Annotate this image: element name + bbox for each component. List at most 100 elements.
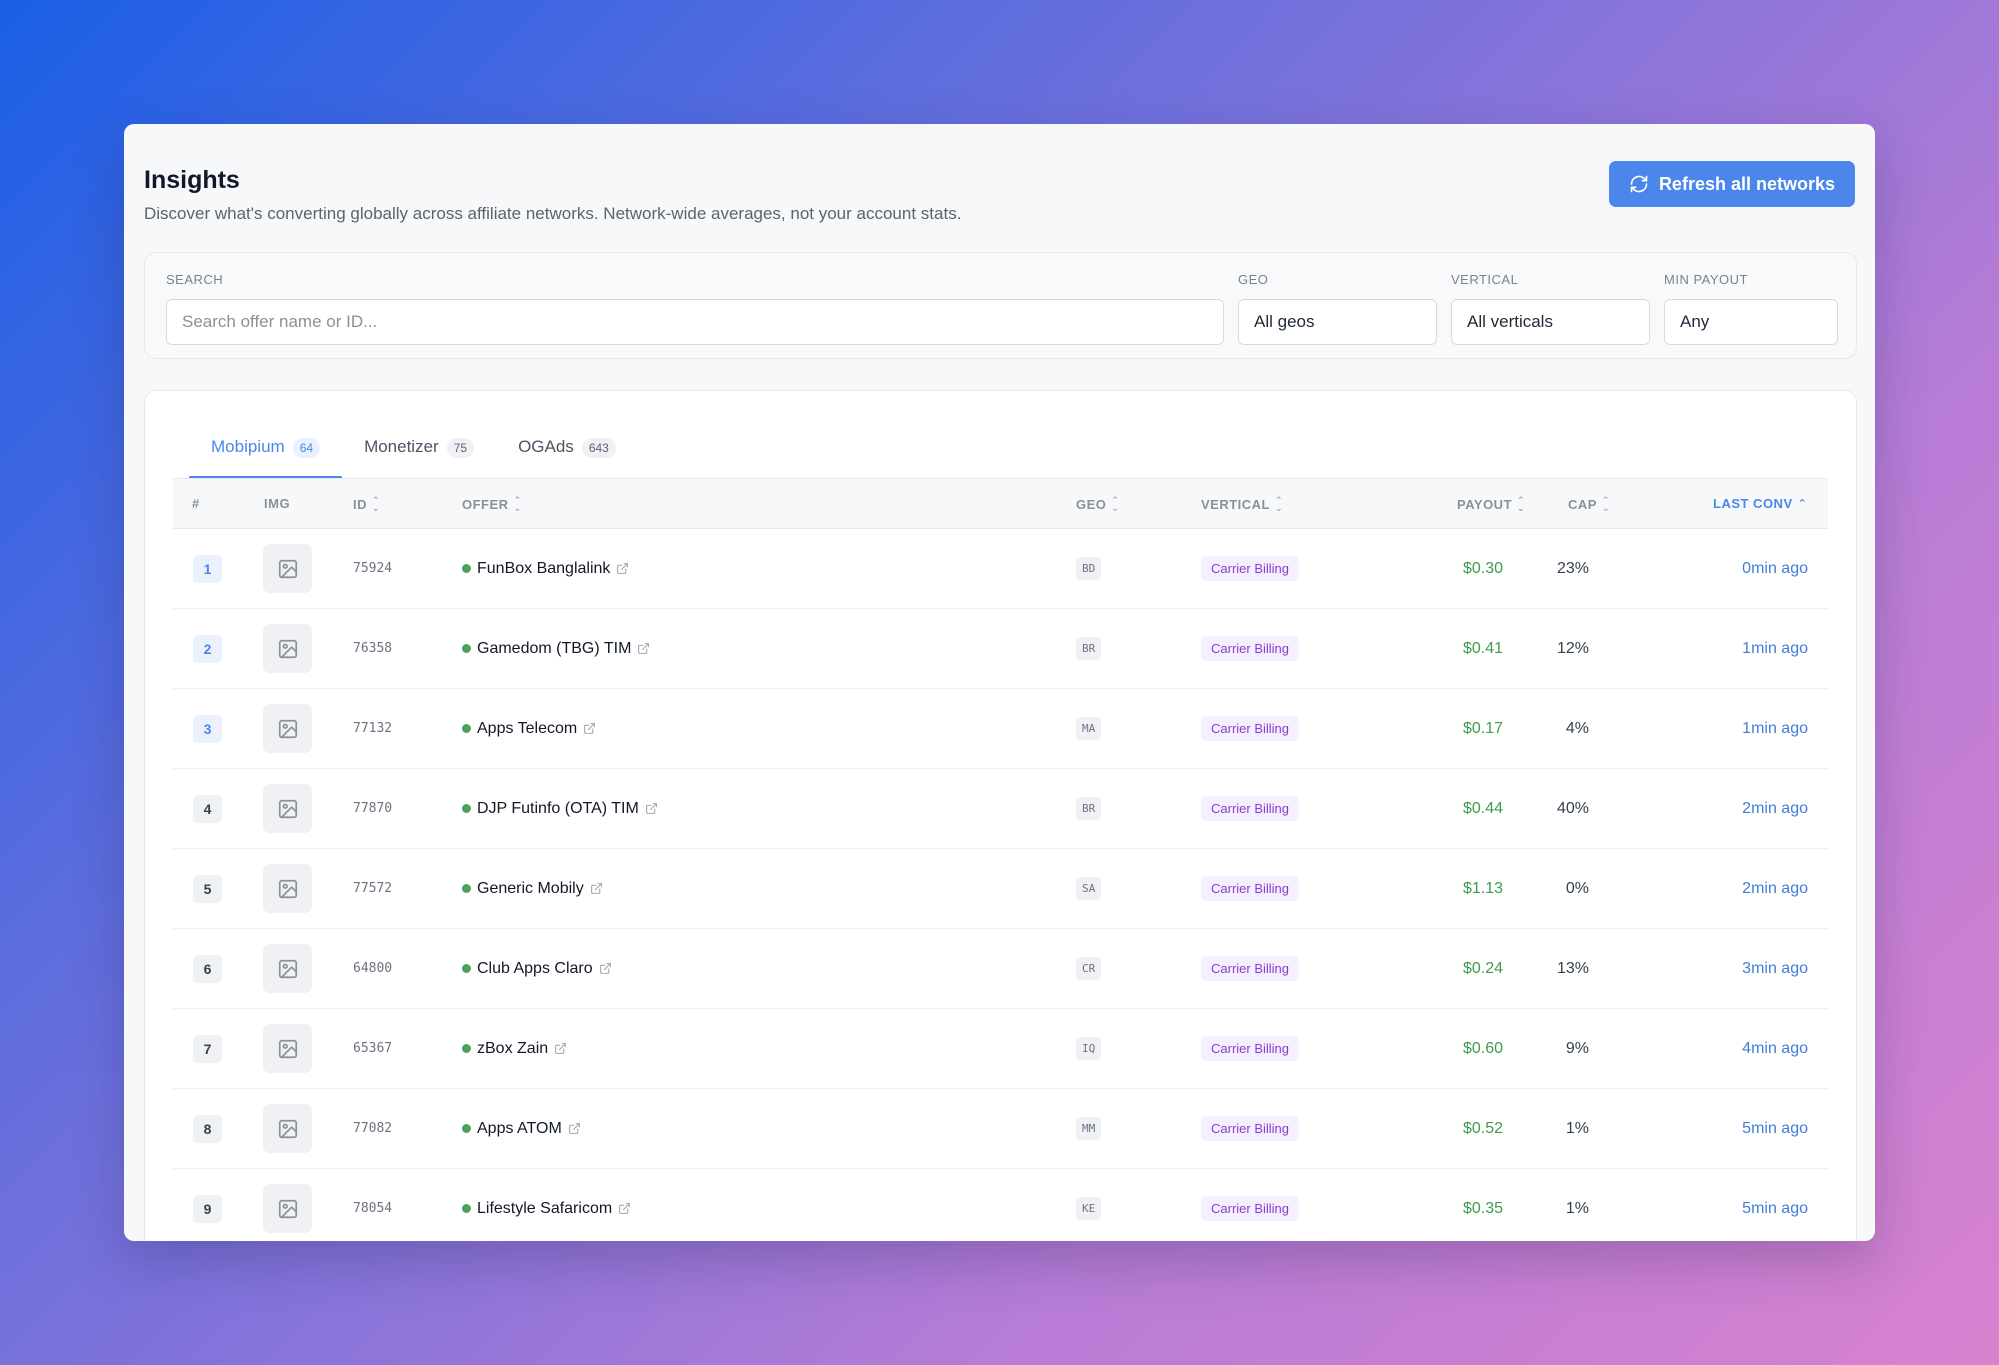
offer-id: 64800 (353, 961, 393, 976)
cap-value: 9% (1565, 1039, 1589, 1057)
img-cell (263, 769, 312, 848)
offer-id: 78054 (353, 1201, 393, 1216)
img-cell (263, 1089, 312, 1168)
external-link-icon[interactable] (645, 802, 658, 815)
search-filter: SEARCH Search offer name or ID... (166, 272, 1224, 345)
offer-cell: Generic Mobily (462, 849, 603, 928)
offer-name: DJP Futinfo (OTA) TIM (477, 799, 639, 817)
image-icon (278, 959, 297, 978)
payout-value: $0.35 (1462, 1199, 1503, 1217)
tab-label: Monetizer (364, 437, 439, 456)
offer-id: 77870 (353, 801, 393, 816)
offer-link[interactable]: Generic Mobily (462, 880, 603, 898)
rank-cell: 4 (193, 769, 222, 848)
img-cell (263, 1169, 312, 1241)
rank-badge: 6 (193, 954, 222, 983)
table-row[interactable]: 1 75924 FunBox Banglalink BD Carrier Bil… (173, 529, 1828, 609)
last-conv-value: 1min ago (1742, 719, 1808, 737)
column-payout[interactable]: PAYOUT ⌃ ⌄ (1457, 496, 1525, 513)
table-row[interactable]: 8 77082 Apps ATOM MM Carrier Billing $0.… (173, 1089, 1828, 1169)
offer-id: 77082 (353, 1121, 393, 1136)
vertical-badge: Carrier Billing (1201, 716, 1300, 741)
cap-value: 0% (1565, 879, 1589, 897)
table-row[interactable]: 7 65367 zBox Zain IQ Carrier Billing $0.… (173, 1009, 1828, 1089)
cap-value: 40% (1556, 799, 1589, 817)
vertical-badge: Carrier Billing (1201, 956, 1300, 981)
external-link-icon[interactable] (590, 882, 603, 895)
tab-mobipium[interactable]: Mobipium 64 (189, 429, 343, 479)
column-img: IMG (264, 496, 290, 511)
geo-cell: CR (1076, 929, 1102, 1008)
image-icon (278, 639, 297, 658)
vertical-cell: Carrier Billing (1201, 689, 1300, 768)
table-header: # IMG ID ⌃ ⌄ OFFER ⌃ ⌄ GEO ⌃ ⌄ VERTICAL ⌃ ⌄ PAYO… (173, 478, 1828, 529)
column-geo[interactable]: GEO ⌃ ⌄ (1076, 496, 1119, 513)
page-header: Insights Discover what's converting glob… (144, 144, 1855, 234)
external-link-icon[interactable] (599, 962, 612, 975)
external-link-icon[interactable] (568, 1122, 581, 1135)
table-row[interactable]: 6 64800 Club Apps Claro CR Carrier Billi… (173, 929, 1828, 1009)
offer-image-placeholder (263, 544, 312, 593)
payout-value: $0.17 (1462, 719, 1503, 737)
external-link-icon[interactable] (618, 1202, 631, 1215)
offer-link[interactable]: FunBox Banglalink (462, 560, 629, 578)
column-vertical[interactable]: VERTICAL ⌃ ⌄ (1201, 496, 1283, 513)
last-conv-value: 2min ago (1742, 879, 1808, 897)
min-payout-select[interactable]: Any (1664, 299, 1838, 345)
search-label: SEARCH (166, 272, 224, 287)
offer-link[interactable]: Gamedom (TBG) TIM (462, 640, 650, 658)
offer-id: 77132 (353, 721, 393, 736)
table-row[interactable]: 3 77132 Apps Telecom MA Carrier Billing … (173, 689, 1828, 769)
rank-cell: 3 (193, 689, 222, 768)
offer-link[interactable]: Apps Telecom (462, 720, 596, 738)
offer-link[interactable]: DJP Futinfo (OTA) TIM (462, 800, 658, 818)
status-dot (462, 1044, 471, 1053)
offer-link[interactable]: Apps ATOM (462, 1120, 581, 1138)
offer-image-placeholder (263, 1104, 312, 1153)
external-link-icon[interactable] (637, 642, 650, 655)
offer-image-placeholder (263, 944, 312, 993)
last-conv-value: 2min ago (1742, 799, 1808, 817)
external-link-icon[interactable] (554, 1042, 567, 1055)
offer-name: Club Apps Claro (477, 959, 593, 977)
vertical-cell: Carrier Billing (1201, 1169, 1300, 1241)
column-id[interactable]: ID ⌃ ⌄ (353, 496, 380, 513)
sort-icon: ⌃ ⌄ (1601, 495, 1610, 513)
status-dot (462, 724, 471, 733)
offer-link[interactable]: Lifestyle Safaricom (462, 1200, 631, 1218)
image-icon (278, 879, 297, 898)
column-offer[interactable]: OFFER ⌃ ⌄ (462, 495, 522, 513)
column-rank-label: # (192, 496, 200, 511)
refresh-all-networks-button[interactable]: Refresh all networks (1608, 161, 1855, 207)
cap-value: 12% (1556, 639, 1589, 657)
offer-link[interactable]: Club Apps Claro (462, 960, 612, 978)
table-row[interactable]: 9 78054 Lifestyle Safaricom KE Carrier B… (173, 1169, 1828, 1241)
geo-cell: MA (1076, 689, 1102, 768)
offer-cell: zBox Zain (462, 1009, 567, 1088)
offer-name: Apps ATOM (477, 1119, 562, 1137)
sort-icon: ⌃ ⌄ (513, 495, 522, 513)
external-link-icon[interactable] (616, 562, 629, 575)
geo-select[interactable]: All geos (1238, 299, 1437, 345)
geo-label: GEO (1238, 272, 1269, 287)
column-cap[interactable]: CAP ⌃ ⌄ (1568, 495, 1610, 513)
status-dot (462, 564, 471, 573)
tab-ogads[interactable]: OGAds 643 (496, 429, 638, 479)
offer-cell: Lifestyle Safaricom (462, 1169, 631, 1241)
status-dot (462, 1124, 471, 1133)
table-row[interactable]: 4 77870 DJP Futinfo (OTA) TIM BR Carrier… (173, 769, 1828, 849)
offer-cell: Apps ATOM (462, 1089, 581, 1168)
rank-badge: 9 (193, 1194, 222, 1223)
column-last-conv[interactable]: LAST CONV ⌃ (1713, 496, 1807, 511)
external-link-icon[interactable] (583, 722, 596, 735)
table-row[interactable]: 2 76358 Gamedom (TBG) TIM BR Carrier Bil… (173, 609, 1828, 689)
table-row[interactable]: 5 77572 Generic Mobily SA Carrier Billin… (173, 849, 1828, 929)
offer-link[interactable]: zBox Zain (462, 1040, 567, 1058)
tab-monetizer[interactable]: Monetizer 75 (342, 429, 496, 479)
vertical-select[interactable]: All verticals (1451, 299, 1650, 345)
cap-value: 4% (1565, 719, 1589, 737)
offer-image-placeholder (263, 704, 312, 753)
offer-name: Lifestyle Safaricom (477, 1199, 613, 1217)
search-input[interactable]: Search offer name or ID... (166, 299, 1224, 345)
cap-value: 23% (1556, 559, 1589, 577)
